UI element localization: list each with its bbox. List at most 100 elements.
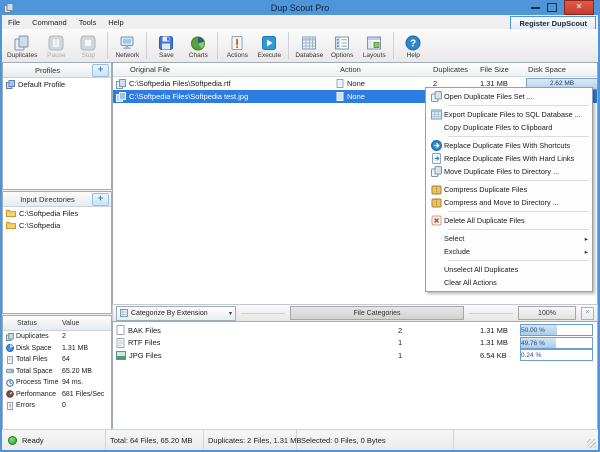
input-directories-panel: Input Directories + C:\Softpedia Files C… (2, 191, 112, 314)
add-profile-button[interactable]: + (92, 63, 109, 77)
resize-grip[interactable] (587, 439, 596, 448)
column-header-file-size[interactable]: File Size (478, 65, 524, 74)
profile-item-default[interactable]: Default Profile (3, 78, 111, 90)
action-icon (336, 79, 344, 88)
duplicate-set-icon (116, 78, 126, 89)
options-icon (333, 34, 351, 52)
toolbar-button-layouts[interactable]: Layouts (358, 33, 390, 59)
category-percent-bar: 49.76 % (520, 336, 593, 349)
input-directory-label: C:\Softpedia Files (19, 208, 79, 218)
category-row-rtf[interactable]: RTF Files 1 1.31 MB 49.76 % (113, 336, 597, 350)
menu-command[interactable]: Command (26, 18, 73, 27)
minimize-icon[interactable] (531, 7, 540, 9)
close-panel-icon[interactable]: × (581, 306, 594, 320)
toolbar-button-label: Network (115, 51, 140, 59)
status-panel-header: Status Value (3, 316, 111, 331)
status-row-label: Errors (16, 402, 36, 410)
menu-item-label: Replace Duplicate Files With Shortcuts (444, 141, 571, 150)
toolbar-button-save[interactable]: Save (150, 33, 182, 59)
status-duplicates-text: Duplicates: 2 Files, 1.31 MB (208, 435, 302, 445)
profiles-panel-title: Profiles (34, 65, 60, 75)
profile-icon (6, 79, 15, 89)
category-count: 1 (398, 350, 403, 360)
status-row-value: 1.31 MB (62, 344, 89, 352)
layouts-icon (365, 34, 383, 52)
menu-item-clear-actions[interactable]: Clear All Actions (426, 276, 592, 289)
register-dupscout-button[interactable]: Register DupScout (510, 16, 596, 30)
help-icon: ? (404, 34, 422, 52)
category-label: JPG Files (129, 350, 162, 360)
file-path: C:\Softpedia Files\Softpedia test.jpg (129, 92, 249, 101)
toolbar-button-network[interactable]: Network (111, 33, 143, 59)
toolbar-button-label: Pause (47, 51, 66, 59)
menu-tools[interactable]: Tools (73, 18, 103, 27)
submenu-arrow-icon: ▸ (584, 248, 588, 256)
toolbar-button-database[interactable]: Database (292, 33, 326, 59)
column-header-action[interactable]: Action (328, 65, 431, 74)
stop-icon (79, 34, 97, 52)
category-row-jpg[interactable]: JPG Files 1 6.54 KB 0.24 % (113, 349, 597, 362)
save-icon (157, 34, 175, 52)
menu-item-select[interactable]: Select ▸ (426, 232, 592, 245)
menu-item-copy-clipboard[interactable]: Copy Duplicate Files to Clipboard (426, 121, 592, 134)
column-header-duplicates[interactable]: Duplicates (431, 65, 478, 74)
column-header-disk-space[interactable]: Disk Space (524, 65, 597, 74)
open-set-icon (428, 91, 444, 102)
menu-separator (448, 260, 589, 261)
duplicates-icon (3, 332, 16, 341)
menu-item-label: Export Duplicate Files to SQL Database .… (444, 110, 581, 119)
zoom-level-button[interactable]: 100% (518, 306, 576, 320)
menu-item-replace-shortcuts[interactable]: Replace Duplicate Files With Shortcuts (426, 139, 592, 152)
compress-icon (428, 197, 444, 208)
maximize-icon[interactable] (547, 3, 557, 12)
menu-item-exclude[interactable]: Exclude ▸ (426, 245, 592, 258)
toolbar-separator (107, 32, 109, 59)
status-segment-state: Ready (2, 430, 106, 450)
bak-file-icon (116, 325, 125, 336)
close-icon[interactable]: ✕ (564, 0, 594, 15)
toolbar-button-stop[interactable]: Stop (72, 33, 104, 59)
folder-icon (6, 221, 16, 229)
menu-item-compress-and-move[interactable]: Compress and Move to Directory ... (426, 196, 592, 209)
menu-item-compress[interactable]: Compress Duplicate Files (426, 183, 592, 196)
menu-item-move-to-directory[interactable]: Move Duplicate Files to Directory ... (426, 165, 592, 178)
toolbar-button-help[interactable]: ? Help (397, 33, 429, 59)
category-row-bak[interactable]: BAK Files 2 1.31 MB 50.00 % (113, 324, 597, 337)
menu-item-replace-hardlinks[interactable]: Replace Duplicate Files With Hard Links (426, 152, 592, 165)
toolbar-button-options[interactable]: Options (326, 33, 358, 59)
toolbar-button-execute[interactable]: Execute (253, 33, 285, 59)
delete-icon (428, 215, 444, 226)
add-directory-button[interactable]: + (92, 192, 109, 206)
file-list-header: Original File Action Duplicates File Siz… (113, 63, 597, 77)
status-segment-empty (454, 430, 598, 450)
category-count: 1 (398, 338, 403, 348)
file-path: C:\Softpedia Files\Softpedia.rtf (129, 79, 231, 88)
category-percent-label: 50.00 % (521, 327, 545, 335)
toolbar-button-pause[interactable]: Pause (40, 33, 72, 59)
toolbar-button-actions[interactable]: Actions (221, 33, 253, 59)
toolbar-button-duplicates[interactable]: Duplicates (4, 33, 40, 59)
svg-text:?: ? (410, 38, 416, 49)
input-directory-item[interactable]: C:\Softpedia (3, 219, 111, 231)
profiles-panel-header: Profiles + (3, 63, 111, 78)
categorize-dropdown[interactable]: Categorize By Extension ▾ (116, 305, 236, 321)
menu-item-delete-all[interactable]: Delete All Duplicate Files (426, 214, 592, 227)
menu-item-unselect-all[interactable]: Unselect All Duplicates (426, 263, 592, 276)
column-header-original-file[interactable]: Original File (113, 65, 328, 74)
folder-icon (6, 209, 16, 217)
menu-help[interactable]: Help (102, 18, 129, 27)
category-percent-bar: 0.24 % (520, 349, 593, 362)
status-row-label: Total Space (16, 367, 53, 375)
status-panel: Status Value Duplicates 2 Disk Space 1.3… (2, 315, 112, 432)
menu-item-open-duplicate-set[interactable]: Open Duplicate Files Set ... (426, 90, 592, 103)
status-row-value: 65.20 MB (62, 367, 92, 375)
rtf-file-icon (116, 337, 125, 348)
menu-item-label: Delete All Duplicate Files (444, 216, 525, 225)
context-menu: Open Duplicate Files Set ... Export Dupl… (425, 87, 593, 292)
menu-file[interactable]: File (2, 18, 26, 27)
input-directory-item[interactable]: C:\Softpedia Files (3, 207, 111, 219)
menu-item-export-sql[interactable]: Export Duplicate Files to SQL Database .… (426, 108, 592, 121)
file-categories-button[interactable]: File Categories (290, 306, 464, 320)
ready-indicator-icon (8, 435, 17, 445)
toolbar-button-charts[interactable]: Charts (182, 33, 214, 59)
